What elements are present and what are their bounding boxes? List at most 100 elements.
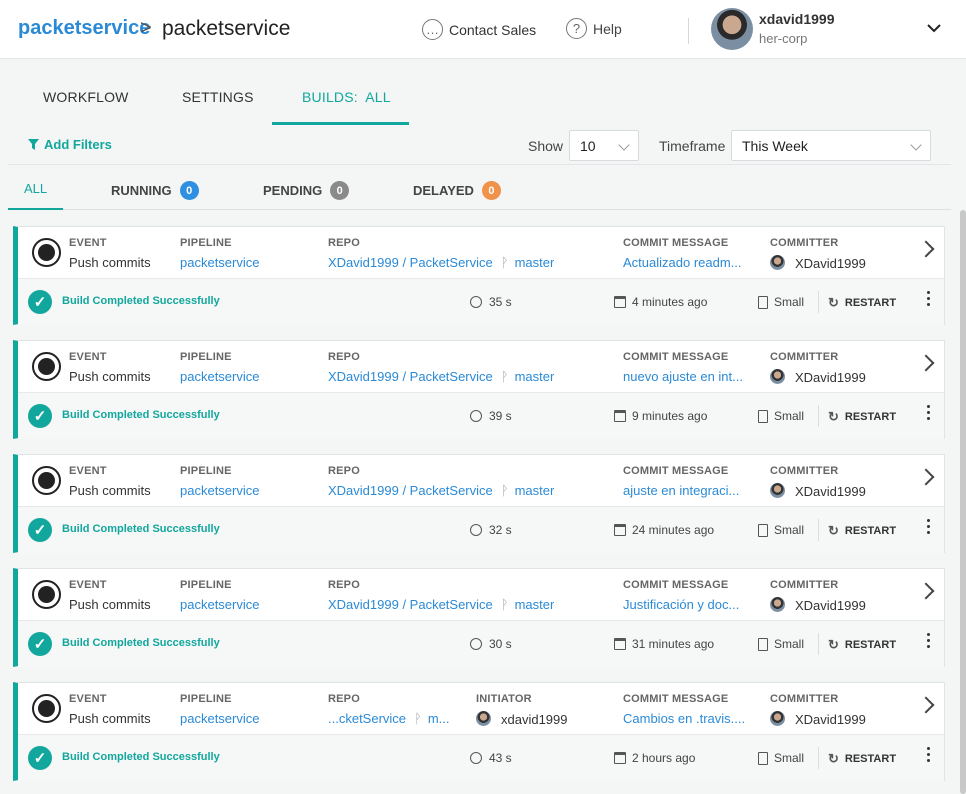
event-value: Push commits bbox=[69, 711, 151, 726]
size-value: Small bbox=[774, 409, 805, 423]
committer-name: XDavid1999 bbox=[795, 370, 866, 385]
more-options-icon[interactable] bbox=[923, 291, 933, 306]
status-tab-pending[interactable]: PENDING 0 bbox=[263, 181, 350, 200]
calendar-icon bbox=[614, 638, 626, 650]
commit-message-link[interactable]: ajuste en integraci... bbox=[623, 483, 753, 498]
user-avatar[interactable] bbox=[711, 8, 753, 50]
divider bbox=[818, 633, 819, 655]
committer-label: COMMITTER bbox=[770, 465, 839, 477]
scrollbar[interactable] bbox=[960, 210, 966, 794]
status-tab-label: ALL bbox=[24, 181, 48, 196]
commit-message-link[interactable]: Cambios en .travis.... bbox=[623, 711, 753, 726]
repo-label: REPO bbox=[328, 693, 360, 705]
size-value: Small bbox=[774, 751, 805, 765]
build-status-text: Build Completed Successfully bbox=[62, 409, 220, 421]
repo-link[interactable]: XDavid1999 / PacketService bbox=[328, 255, 493, 270]
calendar-icon bbox=[614, 752, 626, 764]
more-options-icon[interactable] bbox=[923, 633, 933, 648]
commit-message-link[interactable]: Justificación y doc... bbox=[623, 597, 753, 612]
commit-message-link[interactable]: Actualizado readm... bbox=[623, 255, 753, 270]
pipeline-link[interactable]: packetservice bbox=[180, 483, 259, 498]
chevron-right-icon[interactable] bbox=[917, 354, 935, 372]
tab-builds[interactable]: BUILDS: ALL bbox=[302, 89, 391, 105]
branch-link[interactable]: master bbox=[515, 597, 555, 612]
help-button[interactable]: ? Help bbox=[566, 18, 622, 39]
committer-avatar bbox=[770, 597, 785, 612]
restart-icon: ↻ bbox=[828, 409, 839, 424]
build-card[interactable]: EVENT Push commits PIPELINE packetservic… bbox=[13, 454, 945, 553]
repo-value: XDavid1999 / PacketService ᚹ master bbox=[328, 255, 554, 270]
pipeline-link[interactable]: packetservice bbox=[180, 369, 259, 384]
restart-button[interactable]: ↻ RESTART bbox=[828, 409, 896, 425]
calendar-icon bbox=[614, 524, 626, 536]
build-size: Small bbox=[758, 637, 804, 651]
document-icon bbox=[758, 523, 768, 537]
build-status-bar: ✓ Build Completed Successfully 39 s 9 mi… bbox=[18, 392, 944, 439]
chevron-right-icon[interactable] bbox=[917, 696, 935, 714]
build-status-text: Build Completed Successfully bbox=[62, 637, 220, 649]
restart-label: RESTART bbox=[844, 753, 897, 765]
build-status-bar: ✓ Build Completed Successfully 35 s 4 mi… bbox=[18, 278, 944, 325]
document-icon bbox=[758, 295, 768, 309]
build-card[interactable]: EVENT Push commits PIPELINE packetservic… bbox=[13, 340, 945, 439]
commit-message-label: COMMIT MESSAGE bbox=[623, 351, 729, 363]
branch-link[interactable]: master bbox=[515, 255, 555, 270]
chevron-right-icon[interactable] bbox=[917, 468, 935, 486]
chevron-right-icon[interactable] bbox=[917, 582, 935, 600]
restart-button[interactable]: ↻ RESTART bbox=[828, 751, 896, 767]
show-count-select[interactable]: 10 bbox=[569, 130, 639, 161]
repo-link[interactable]: XDavid1999 / PacketService bbox=[328, 597, 493, 612]
committer-label: COMMITTER bbox=[770, 693, 839, 705]
check-circle-icon: ✓ bbox=[28, 518, 52, 542]
commit-message-label: COMMIT MESSAGE bbox=[623, 693, 729, 705]
more-options-icon[interactable] bbox=[923, 405, 933, 420]
chevron-right-icon[interactable] bbox=[917, 240, 935, 258]
committer-name: XDavid1999 bbox=[795, 712, 866, 727]
initiator-avatar bbox=[476, 711, 491, 726]
contact-sales-label: Contact Sales bbox=[449, 21, 537, 38]
pipeline-link[interactable]: packetservice bbox=[180, 255, 259, 270]
build-time: 4 minutes ago bbox=[614, 295, 707, 309]
chevron-down-icon[interactable] bbox=[926, 20, 942, 36]
build-card[interactable]: EVENT Push commits PIPELINE packetservic… bbox=[13, 682, 945, 781]
branch-link[interactable]: master bbox=[515, 369, 555, 384]
committer-label: COMMITTER bbox=[770, 579, 839, 591]
pipeline-link[interactable]: packetservice bbox=[180, 711, 259, 726]
tab-settings[interactable]: SETTINGS bbox=[182, 89, 254, 105]
restart-button[interactable]: ↻ RESTART bbox=[828, 523, 896, 539]
branch-icon: ᚹ bbox=[500, 369, 509, 384]
status-tab-running[interactable]: RUNNING 0 bbox=[111, 181, 199, 200]
add-filters-button[interactable]: Add Filters bbox=[28, 137, 112, 152]
repo-value: XDavid1999 / PacketService ᚹ master bbox=[328, 597, 554, 612]
timeframe-select[interactable]: This Week bbox=[731, 130, 931, 161]
committer-avatar bbox=[770, 711, 785, 726]
contact-sales-button[interactable]: … Contact Sales bbox=[422, 19, 536, 40]
branch-link[interactable]: m... bbox=[428, 711, 450, 726]
question-icon: ? bbox=[566, 18, 587, 39]
committer-value: XDavid1999 bbox=[770, 483, 866, 499]
build-card[interactable]: EVENT Push commits PIPELINE packetservic… bbox=[13, 568, 945, 667]
build-size: Small bbox=[758, 295, 804, 309]
branch-link[interactable]: master bbox=[515, 483, 555, 498]
breadcrumb-parent-link[interactable]: packetservice bbox=[18, 17, 150, 40]
build-card[interactable]: EVENT Push commits PIPELINE packetservic… bbox=[13, 226, 945, 325]
repo-link[interactable]: ...cketService bbox=[328, 711, 406, 726]
status-tab-all[interactable]: ALL bbox=[24, 181, 47, 196]
more-options-icon[interactable] bbox=[923, 747, 933, 762]
initiator-name: xdavid1999 bbox=[501, 712, 568, 727]
calendar-icon bbox=[614, 296, 626, 308]
repo-link[interactable]: XDavid1999 / PacketService bbox=[328, 483, 493, 498]
commit-message-link[interactable]: nuevo ajuste en int... bbox=[623, 369, 753, 384]
restart-button[interactable]: ↻ RESTART bbox=[828, 637, 896, 653]
pipeline-link[interactable]: packetservice bbox=[180, 597, 259, 612]
committer-value: XDavid1999 bbox=[770, 711, 866, 727]
add-filters-label: Add Filters bbox=[44, 137, 112, 152]
event-label: EVENT bbox=[69, 351, 107, 363]
status-tab-delayed[interactable]: DELAYED 0 bbox=[413, 181, 501, 200]
tab-workflow[interactable]: WORKFLOW bbox=[43, 89, 129, 105]
event-label: EVENT bbox=[69, 693, 107, 705]
restart-button[interactable]: ↻ RESTART bbox=[828, 295, 896, 311]
more-options-icon[interactable] bbox=[923, 519, 933, 534]
repo-link[interactable]: XDavid1999 / PacketService bbox=[328, 369, 493, 384]
committer-value: XDavid1999 bbox=[770, 597, 866, 613]
